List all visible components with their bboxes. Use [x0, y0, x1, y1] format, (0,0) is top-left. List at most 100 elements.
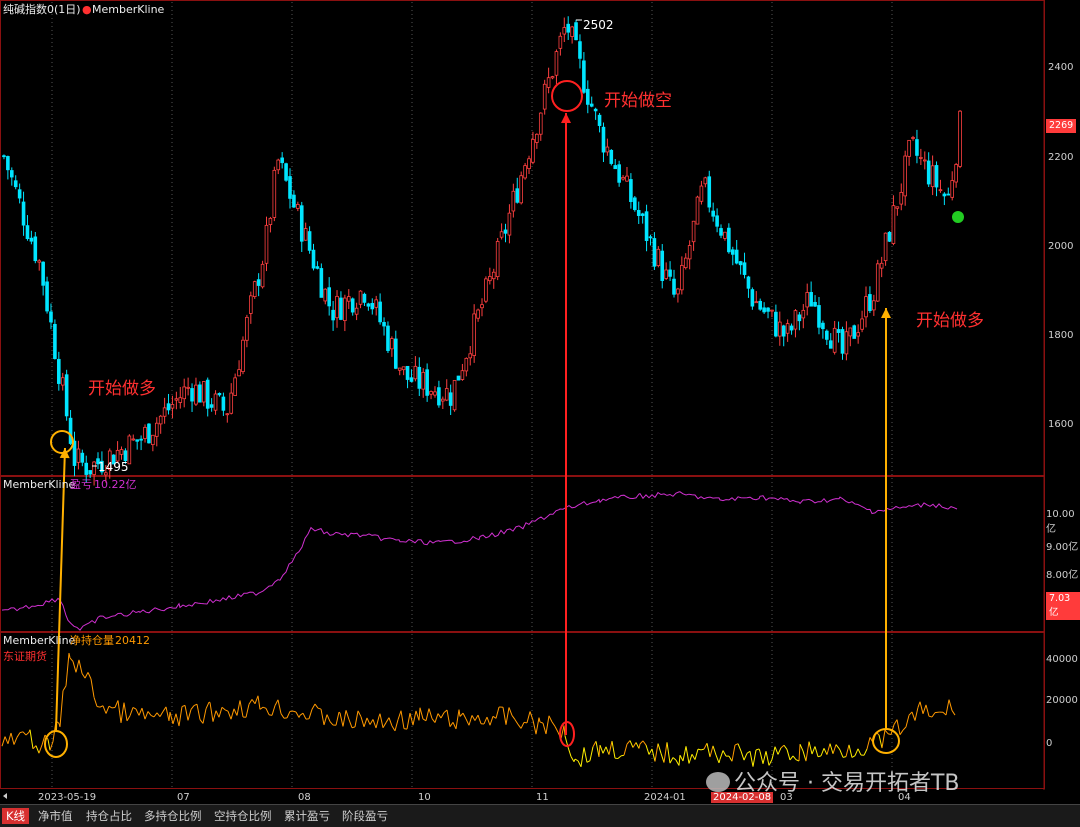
position-line-segment — [231, 709, 234, 719]
position-line-segment — [584, 747, 587, 762]
position-line-segment — [815, 746, 818, 756]
candle-body — [441, 399, 444, 401]
candle-body — [763, 308, 766, 312]
position-line-segment — [603, 747, 606, 753]
position-line-segment — [549, 716, 552, 722]
position-line-segment — [778, 748, 781, 755]
tab-kline[interactable]: K线 — [2, 808, 29, 824]
position-line-segment — [906, 715, 909, 727]
panel2-title: MemberKline — [3, 478, 75, 491]
position-line-segment — [426, 709, 429, 721]
long-arrow-2-head — [881, 308, 891, 318]
position-line-segment — [160, 712, 163, 717]
position-line-segment — [14, 737, 17, 744]
position-line-segment — [85, 672, 88, 678]
position-line-segment — [97, 707, 100, 708]
candle-body — [387, 326, 390, 350]
position-line-segment — [952, 710, 955, 715]
candle-body — [383, 322, 386, 326]
position-line-segment — [652, 749, 655, 762]
position-line-segment — [926, 705, 929, 716]
candle-body — [857, 333, 860, 336]
position-line-segment — [416, 711, 419, 720]
p2-ytick: 10.00亿 — [1046, 509, 1080, 535]
position-line-segment — [673, 758, 676, 761]
position-line-segment — [166, 707, 169, 721]
candle-body — [293, 195, 296, 207]
position-line-segment — [246, 704, 249, 717]
candle-body — [61, 378, 64, 385]
candle-body — [865, 297, 868, 317]
position-line-segment — [824, 748, 827, 754]
candle-body — [696, 197, 699, 224]
candle-body — [778, 322, 781, 336]
position-line-segment — [741, 751, 744, 760]
position-line-segment — [587, 761, 590, 763]
position-line-segment — [855, 749, 858, 756]
panel2-metric: 盈亏 — [70, 478, 92, 491]
candle-body — [516, 189, 519, 203]
candle-body — [743, 263, 746, 275]
position-line-segment — [312, 704, 315, 709]
position-line-segment — [309, 709, 312, 718]
position-line-segment — [185, 705, 188, 720]
chart-canvas[interactable] — [0, 0, 1080, 826]
candle-body — [727, 228, 730, 252]
position-line-segment — [909, 712, 912, 715]
tab-stage-pnl[interactable]: 阶段盈亏 — [338, 808, 392, 824]
position-line-segment — [772, 747, 775, 760]
position-line-segment — [487, 717, 490, 725]
position-line-segment — [799, 744, 800, 761]
tab-long-ratio[interactable]: 多持仓比例 — [140, 808, 206, 824]
position-line-segment — [330, 722, 333, 725]
position-line-segment — [568, 747, 571, 756]
candle-body — [774, 312, 777, 336]
candle-body — [445, 389, 448, 401]
candle-body — [649, 237, 652, 238]
candle-body — [285, 164, 288, 181]
candle-body — [249, 296, 252, 314]
position-line-segment — [210, 702, 213, 721]
tab-short-ratio[interactable]: 空持仓比例 — [210, 808, 276, 824]
position-line-segment — [738, 744, 741, 751]
position-line-segment — [340, 713, 343, 726]
candle-body — [547, 78, 550, 88]
position-line-segment — [836, 745, 839, 749]
tab-position-ratio[interactable]: 持仓占比 — [82, 808, 136, 824]
position-line-segment — [206, 702, 209, 709]
candle-body — [363, 294, 366, 302]
position-line-segment — [636, 742, 639, 748]
candle-body — [598, 115, 601, 125]
candle-body — [38, 261, 41, 262]
position-line-segment — [389, 718, 392, 726]
candle-body — [257, 280, 260, 286]
candle-body — [567, 24, 570, 32]
candle-body — [18, 190, 21, 198]
position-line-segment — [800, 744, 803, 751]
candle-body — [629, 180, 632, 202]
candle-body — [771, 310, 774, 311]
position-line-segment — [713, 746, 716, 755]
position-line-segment — [649, 749, 652, 755]
position-line-segment — [627, 741, 630, 745]
candle-body — [351, 299, 354, 312]
watermark: 公众号 · 交易开拓者TB — [706, 765, 960, 797]
position-line-segment — [555, 726, 558, 732]
candle-body — [414, 366, 417, 378]
candle-body — [253, 282, 256, 297]
position-line-segment — [484, 717, 487, 724]
candle-body — [406, 366, 409, 379]
position-line-segment — [790, 756, 793, 760]
candle-body — [390, 339, 393, 349]
x-label: 2023-05-19 — [38, 792, 96, 803]
candle-body — [320, 268, 323, 297]
position-line-segment — [145, 711, 148, 719]
position-line-segment — [392, 726, 395, 731]
candle-body — [426, 370, 429, 396]
candle-body — [535, 134, 538, 142]
current-price-tag: 2269 — [1046, 119, 1076, 133]
p1-ytick: 2000 — [1048, 241, 1073, 252]
tab-cumulative-pnl[interactable]: 累计盈亏 — [280, 808, 334, 824]
p2-ytick: 9.00亿 — [1046, 538, 1078, 553]
tab-net-value[interactable]: 净市值 — [34, 808, 77, 824]
